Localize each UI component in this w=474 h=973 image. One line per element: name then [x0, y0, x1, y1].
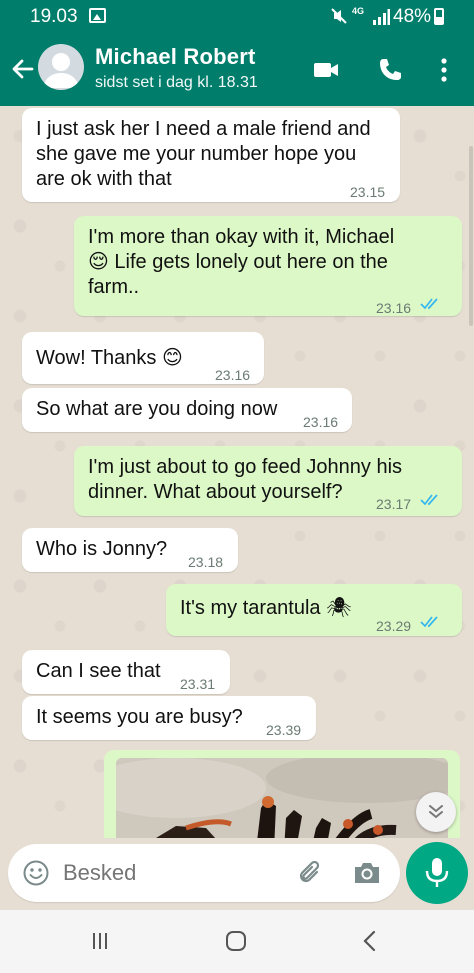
message-text: I just ask her I need a male friend and …	[36, 118, 371, 190]
message-time: 23.16	[215, 367, 251, 383]
read-ticks-icon	[420, 298, 438, 310]
message-time: 23.17	[376, 496, 412, 512]
more-options-icon[interactable]	[430, 56, 458, 84]
battery-icon	[434, 8, 444, 25]
chat-header: Michael Robert sidst set i dag kl. 18.31	[0, 34, 474, 106]
compose-bar	[0, 838, 474, 910]
read-ticks-icon	[420, 616, 438, 628]
read-ticks-icon	[420, 494, 438, 506]
message-input[interactable]	[63, 860, 283, 886]
message-incoming[interactable]: It seems you are busy? 23.39	[22, 696, 316, 740]
system-navigation-bar	[0, 910, 474, 973]
message-text: I'm more than okay with it, Michael 😌 Li…	[88, 226, 395, 298]
message-input-box[interactable]	[8, 844, 400, 902]
voice-message-button[interactable]	[406, 842, 468, 904]
message-text: It's my tarantula 🕷	[180, 597, 352, 619]
message-time: 23.29	[376, 618, 412, 634]
battery-percent: 48%	[393, 6, 432, 27]
message-outgoing[interactable]: I'm just about to go feed Johnny his din…	[74, 446, 462, 516]
phone-icon[interactable]	[376, 56, 404, 84]
microphone-icon	[425, 858, 449, 887]
message-time: 23.15	[350, 184, 386, 200]
camera-icon[interactable]	[352, 859, 382, 887]
network-type: 4G	[352, 6, 365, 16]
status-time: 19.03	[30, 6, 78, 27]
video-call-icon[interactable]	[312, 56, 340, 84]
double-chevron-down-icon	[429, 805, 443, 819]
message-text: Can I see that	[36, 660, 161, 682]
message-outgoing-photo[interactable]	[104, 750, 460, 838]
chat-area[interactable]: I just ask her I need a male friend and …	[0, 106, 474, 838]
message-text: It seems you are busy?	[36, 706, 243, 728]
message-time: 23.18	[188, 554, 224, 570]
gallery-icon	[89, 8, 106, 23]
mute-icon	[330, 7, 348, 30]
message-time: 23.39	[266, 722, 302, 738]
message-text: Who is Jonny?	[36, 538, 168, 560]
scrollbar[interactable]	[469, 146, 473, 326]
message-incoming[interactable]: So what are you doing now 23.16	[22, 388, 352, 432]
message-time: 23.16	[303, 414, 339, 430]
message-text: I'm just about to go feed Johnny his din…	[88, 456, 403, 503]
emoji-icon[interactable]	[22, 859, 50, 887]
message-text: Wow! Thanks 😊	[36, 347, 183, 369]
signal-icon	[373, 9, 390, 25]
home-icon[interactable]	[216, 926, 256, 956]
message-time: 23.31	[180, 676, 216, 692]
message-incoming[interactable]: Can I see that 23.31	[22, 650, 230, 694]
back-arrow-icon[interactable]	[8, 54, 38, 84]
message-text: So what are you doing now	[36, 398, 278, 420]
message-outgoing[interactable]: I'm more than okay with it, Michael 😌 Li…	[74, 216, 462, 316]
status-bar: 19.03 4G 48%	[0, 0, 474, 34]
message-incoming[interactable]: Who is Jonny? 23.18	[22, 528, 238, 572]
message-outgoing[interactable]: It's my tarantula 🕷 23.29	[166, 584, 462, 636]
recent-apps-icon[interactable]	[80, 926, 120, 956]
message-incoming[interactable]: Wow! Thanks 😊 23.16	[22, 332, 264, 384]
scroll-down-button[interactable]	[416, 792, 456, 832]
attach-icon[interactable]	[295, 857, 327, 889]
message-incoming[interactable]: I just ask her I need a male friend and …	[22, 108, 400, 202]
contact-name[interactable]: Michael Robert	[95, 44, 256, 70]
back-nav-icon[interactable]	[350, 926, 390, 956]
tarantula-photo[interactable]	[116, 758, 448, 838]
last-seen-status: sidst set i dag kl. 18.31	[95, 74, 258, 91]
message-time: 23.16	[376, 300, 412, 316]
avatar[interactable]	[38, 44, 84, 90]
